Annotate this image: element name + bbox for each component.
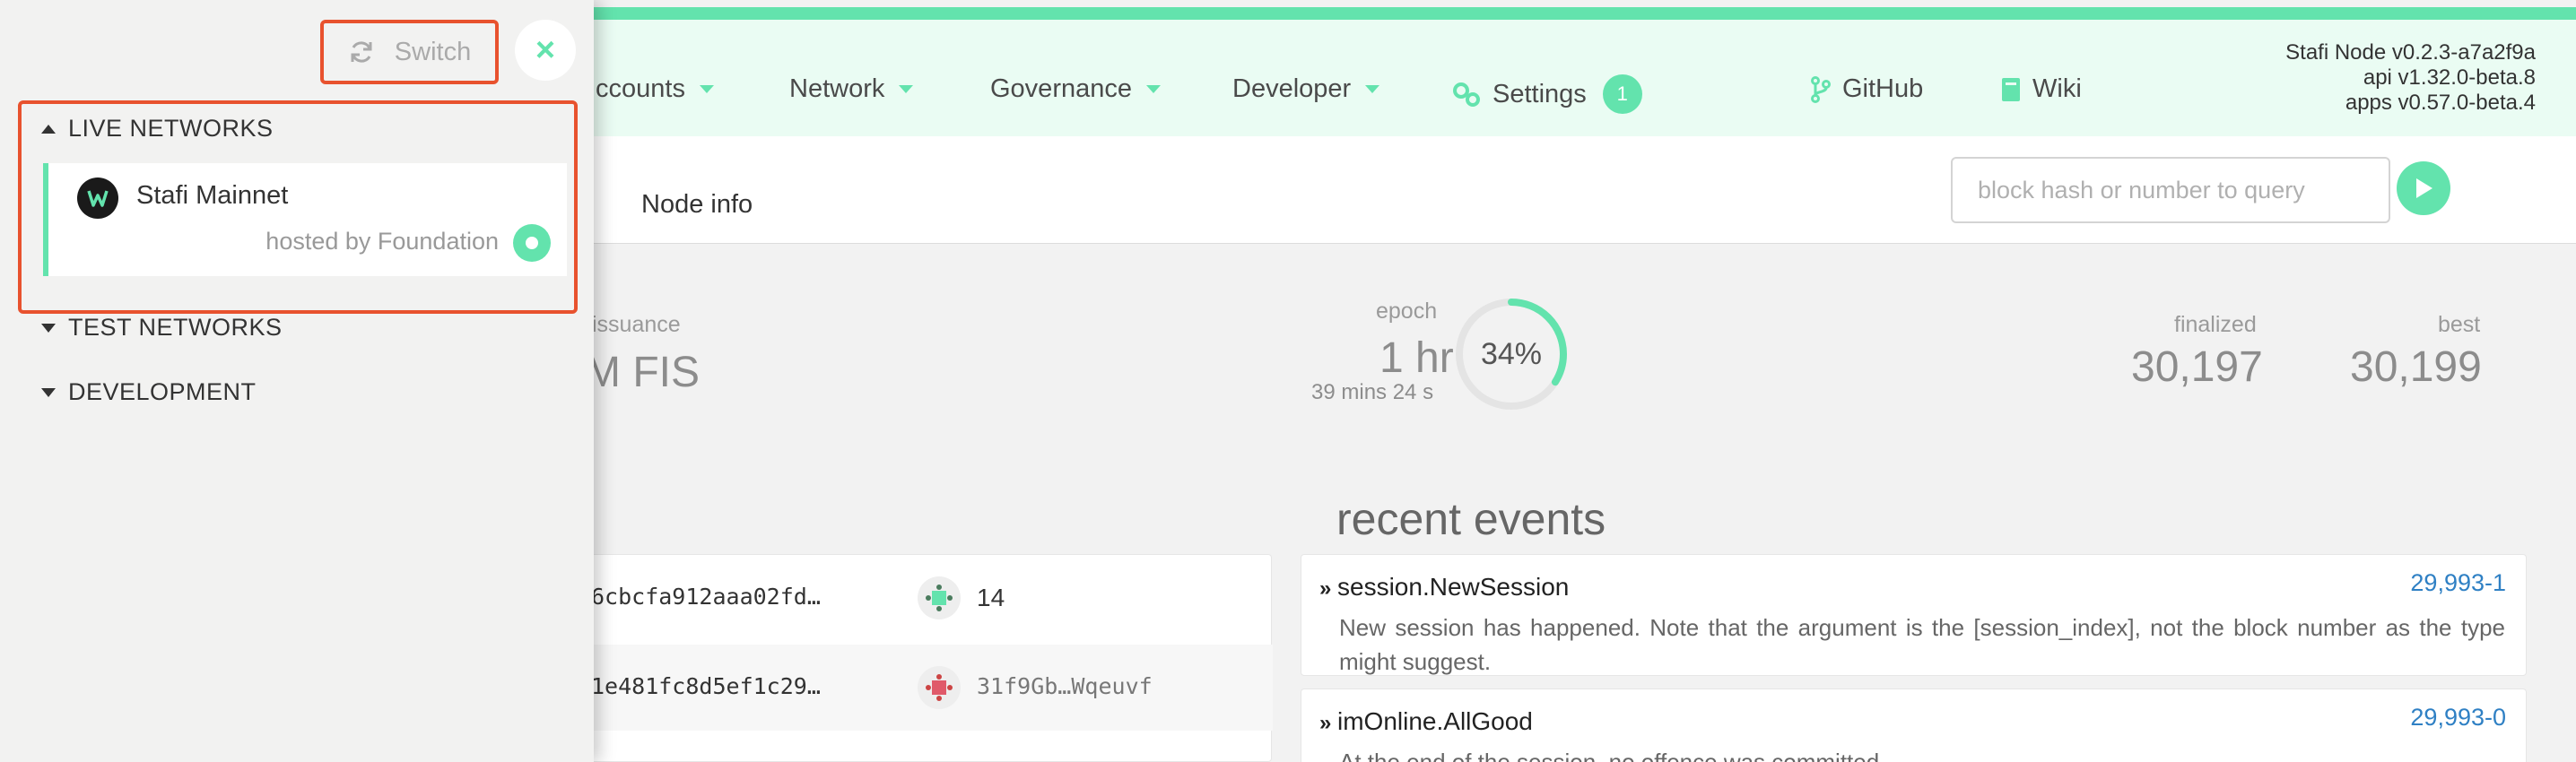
epoch-label: epoch bbox=[1376, 299, 1438, 324]
identicon-icon bbox=[918, 576, 961, 619]
test-networks-header[interactable]: TEST NETWORKS bbox=[41, 314, 283, 342]
block-hash[interactable]: 6cbcfa912aaa02fd… bbox=[591, 584, 821, 610]
close-icon: × bbox=[535, 30, 556, 69]
chevron-double-right-icon: » bbox=[1319, 711, 1332, 735]
event-item[interactable]: » imOnline.AllGood 29,993-0 At the end o… bbox=[1301, 688, 2527, 762]
gears-icon bbox=[1451, 81, 1482, 108]
development-header[interactable]: DEVELOPMENT bbox=[41, 378, 257, 406]
recent-blocks-list: 6cbcfa912aaa02fd… 14 1e481fc8d5ef1c29… 3… bbox=[574, 554, 1273, 762]
event-id-link[interactable]: 29,993-1 bbox=[2410, 569, 2506, 597]
apps-version: apps v0.57.0-beta.4 bbox=[2345, 91, 2536, 115]
recent-events-title: recent events bbox=[1336, 494, 1606, 544]
caret-down-icon bbox=[41, 387, 56, 397]
menu-governance-label: Governance bbox=[990, 74, 1132, 103]
block-row[interactable]: 1e481fc8d5ef1c29… 31f9Gb…Wqeuvf bbox=[575, 645, 1273, 731]
chevron-down-icon bbox=[699, 85, 714, 93]
block-hash[interactable]: 1e481fc8d5ef1c29… bbox=[591, 673, 821, 699]
recent-events-list: » session.NewSession 29,993-1 New sessio… bbox=[1301, 554, 2527, 762]
git-branch-icon bbox=[1810, 75, 1832, 103]
development-label: DEVELOPMENT bbox=[68, 378, 257, 405]
caret-down-icon bbox=[41, 323, 56, 333]
menu-accounts[interactable]: ccounts bbox=[596, 74, 714, 104]
live-networks-header[interactable]: LIVE NETWORKS bbox=[41, 115, 274, 143]
version-info: Stafi Node v0.2.3-a7a2f9a api v1.32.0-be… bbox=[2285, 40, 2536, 116]
menu-network-label: Network bbox=[789, 74, 885, 103]
event-name: imOnline.AllGood bbox=[1337, 707, 1533, 735]
menu-settings[interactable]: Settings 1 bbox=[1451, 74, 1642, 114]
node-version: Stafi Node v0.2.3-a7a2f9a bbox=[2285, 40, 2536, 65]
best-value: 30,199 bbox=[2350, 343, 2482, 391]
caret-up-icon bbox=[41, 124, 56, 134]
query-submit-button[interactable] bbox=[2397, 161, 2450, 215]
close-button[interactable]: × bbox=[515, 20, 576, 81]
menu-accounts-label: ccounts bbox=[596, 74, 685, 103]
network-option-stafi-mainnet[interactable]: Stafi Mainnet hosted by Foundation bbox=[43, 163, 567, 276]
best-label: best bbox=[2438, 312, 2481, 337]
chevron-down-icon bbox=[1146, 85, 1161, 93]
chevron-double-right-icon: » bbox=[1319, 576, 1332, 601]
settings-count-badge: 1 bbox=[1602, 74, 1642, 114]
block-query-input[interactable]: block hash or number to query bbox=[1951, 157, 2390, 223]
menu-developer-label: Developer bbox=[1232, 74, 1352, 103]
menu-network[interactable]: Network bbox=[789, 74, 914, 104]
menu-wiki-label: Wiki bbox=[2032, 74, 2082, 103]
finalized-label: finalized bbox=[2174, 312, 2257, 337]
selected-radio-icon[interactable] bbox=[513, 224, 551, 262]
book-icon bbox=[2000, 77, 2022, 102]
chevron-down-icon bbox=[899, 85, 914, 93]
epoch-remaining: 39 mins 24 s bbox=[1311, 380, 1434, 404]
block-row[interactable]: 6cbcfa912aaa02fd… 14 bbox=[575, 555, 1273, 641]
menu-developer[interactable]: Developer bbox=[1232, 74, 1380, 104]
switch-button-label: Switch bbox=[394, 37, 472, 66]
event-description: New session has happened. Note that the … bbox=[1339, 614, 2505, 675]
network-host: hosted by Foundation bbox=[265, 228, 499, 255]
live-networks-label: LIVE NETWORKS bbox=[68, 115, 274, 142]
menu-settings-label: Settings bbox=[1493, 79, 1587, 108]
api-version: api v1.32.0-beta.8 bbox=[2363, 65, 2536, 90]
chevron-down-icon bbox=[1365, 85, 1380, 93]
stafi-logo-icon bbox=[77, 178, 118, 219]
play-icon bbox=[2416, 178, 2432, 198]
block-author[interactable]: 14 bbox=[977, 584, 1005, 612]
event-name: session.NewSession bbox=[1337, 573, 1570, 601]
identicon-icon bbox=[918, 666, 961, 709]
menu-governance[interactable]: Governance bbox=[990, 74, 1161, 104]
event-id-link[interactable]: 29,993-0 bbox=[2410, 704, 2506, 732]
block-author[interactable]: 31f9Gb…Wqeuvf bbox=[977, 673, 1153, 699]
switch-button[interactable]: Switch bbox=[320, 20, 499, 84]
issuance-label: issuance bbox=[592, 312, 681, 337]
menu-wiki[interactable]: Wiki bbox=[2000, 74, 2082, 104]
epoch-value: 1 hr bbox=[1379, 334, 1454, 382]
epoch-percent: 34% bbox=[1480, 336, 1543, 371]
network-name: Stafi Mainnet bbox=[136, 181, 289, 210]
network-selector-panel: Switch × LIVE NETWORKS Stafi Mainnet hos… bbox=[0, 0, 594, 762]
tab-node-info[interactable]: Node info bbox=[641, 190, 753, 220]
refresh-icon bbox=[348, 39, 375, 65]
menu-github[interactable]: GitHub bbox=[1810, 74, 1923, 104]
test-networks-label: TEST NETWORKS bbox=[68, 314, 283, 341]
event-item[interactable]: » session.NewSession 29,993-1 New sessio… bbox=[1301, 554, 2527, 676]
issuance-value: M FIS bbox=[585, 349, 700, 396]
event-description: At the end of the session, no offence wa… bbox=[1339, 749, 1886, 762]
finalized-value: 30,197 bbox=[2131, 343, 2263, 391]
menu-github-label: GitHub bbox=[1842, 74, 1924, 103]
